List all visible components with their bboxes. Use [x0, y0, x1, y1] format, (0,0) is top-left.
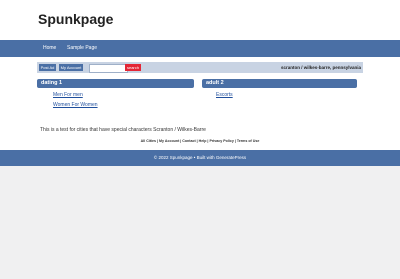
- footer-links[interactable]: All Cities | My Account | Contact | Help…: [0, 139, 400, 143]
- nav-item-sample-page[interactable]: Sample Page: [67, 45, 97, 51]
- location-label: scranton / wilkes-barre, pennsylvania: [280, 65, 361, 70]
- search-input[interactable]: [89, 64, 128, 73]
- site-title[interactable]: Spunkpage: [38, 11, 113, 27]
- category-header-dating: dating 1: [37, 79, 194, 88]
- link-escorts[interactable]: Escorts: [216, 92, 233, 98]
- site-footer: © 2022 Spunkpage • Built with GeneratePr…: [0, 150, 400, 166]
- main-nav: Home Sample Page: [0, 40, 400, 57]
- nav-item-home[interactable]: Home: [43, 45, 56, 51]
- link-women-for-women[interactable]: Women For Women: [53, 102, 98, 108]
- toolbar: Post Ad My Account search scranton / wil…: [37, 62, 363, 73]
- post-ad-button[interactable]: Post Ad: [39, 64, 56, 71]
- category-header-adult: adult 2: [202, 79, 357, 88]
- site-header: Spunkpage: [0, 0, 400, 40]
- my-account-button[interactable]: My Account: [59, 64, 83, 71]
- link-men-for-men[interactable]: Men For men: [53, 92, 83, 98]
- search-button[interactable]: search: [125, 64, 141, 71]
- copyright-text: © 2022 Spunkpage • Built with GeneratePr…: [153, 155, 247, 160]
- main-content: Post Ad My Account search scranton / wil…: [0, 57, 400, 150]
- info-text: This is a test for cities that have spec…: [40, 127, 206, 133]
